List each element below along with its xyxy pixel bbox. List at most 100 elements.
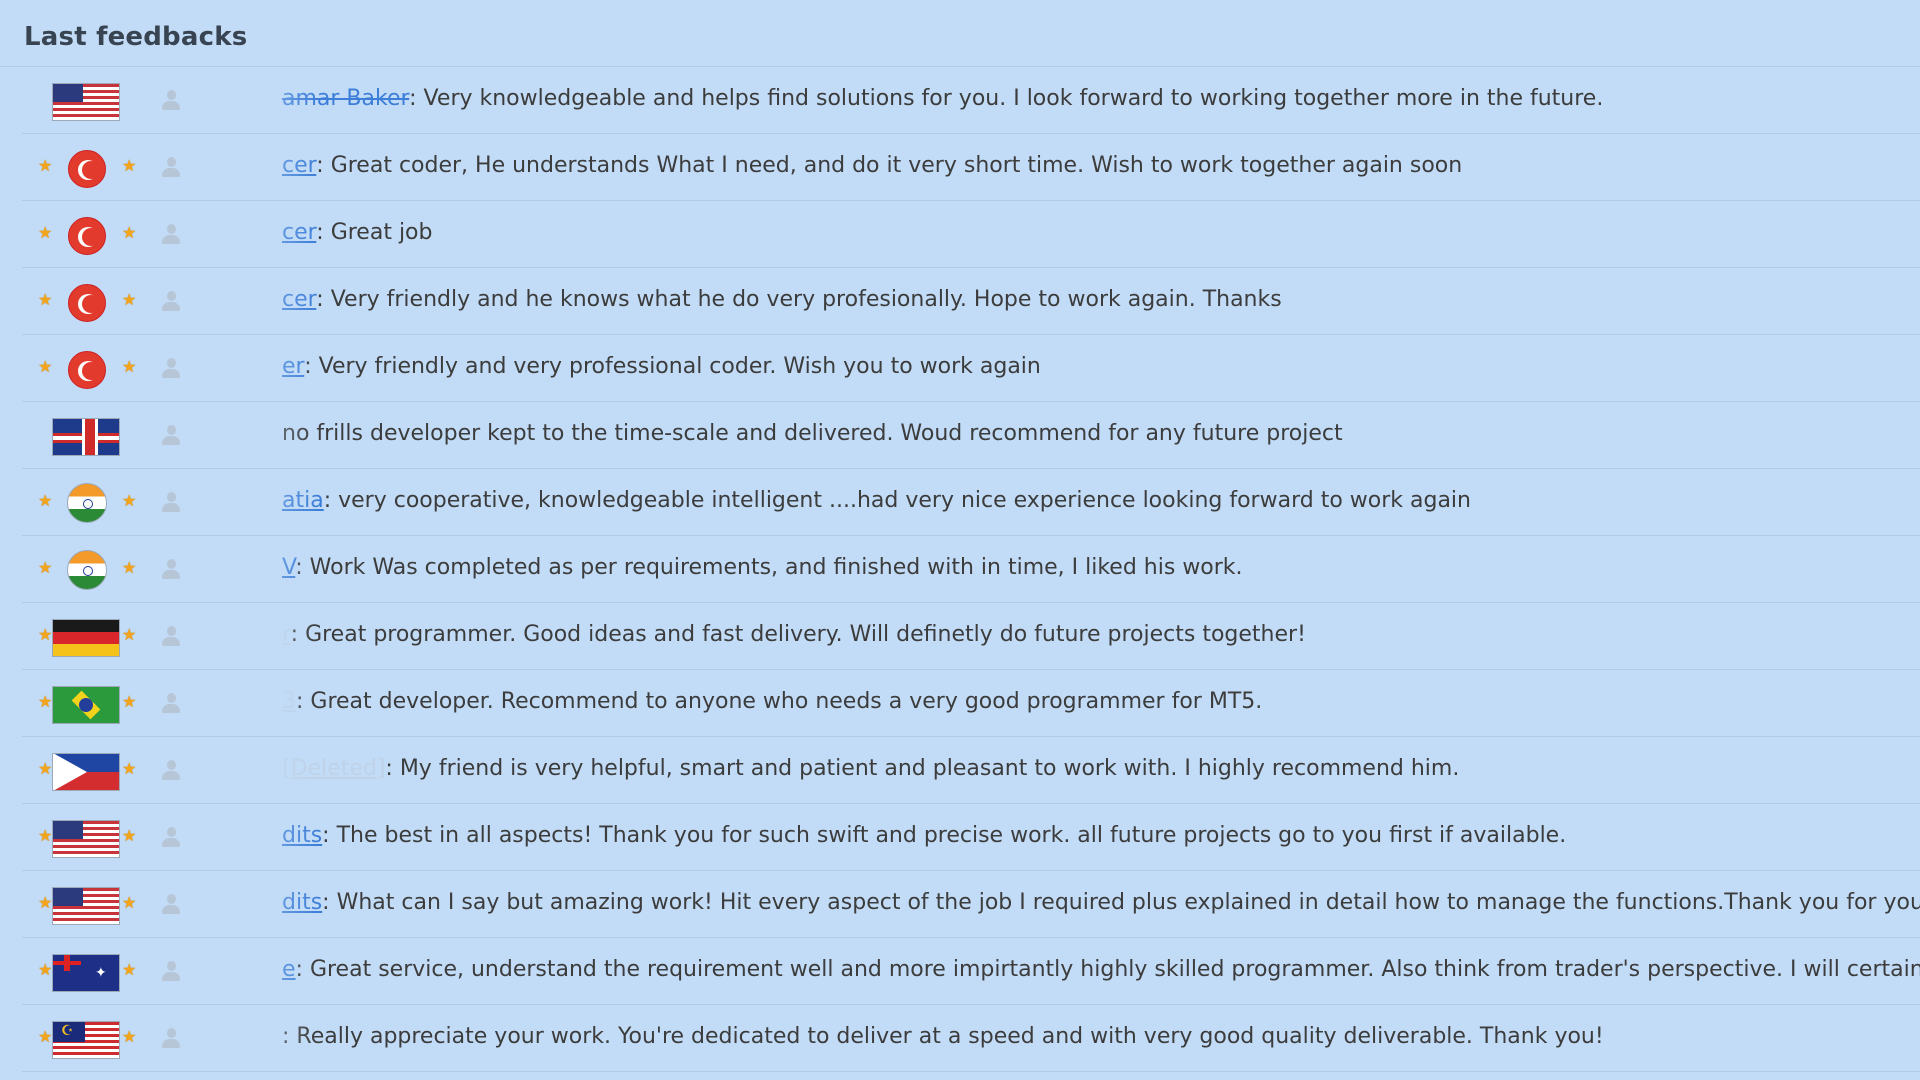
country-flag-icon: ★★	[38, 749, 136, 793]
feedback-message: : very cooperative, knowledgeable intell…	[323, 488, 1471, 513]
author-link[interactable]: amar Baker	[282, 86, 409, 111]
feedback-text: no frills developer kept to the time-sca…	[282, 421, 1343, 446]
country-flag-icon: ★★	[38, 347, 136, 391]
author-link[interactable]: [Deleted]	[282, 756, 385, 781]
author-link[interactable]: 3	[282, 689, 296, 714]
feedback-row: ★ ★ er: Very friendly and very professiona…	[22, 335, 1920, 402]
feedback-message: : Very friendly and very professional co…	[304, 354, 1041, 379]
us-flag-icon	[52, 83, 120, 121]
author-link[interactable]: er	[282, 354, 304, 379]
rating-star-icon: ★	[38, 491, 53, 510]
country-flag-icon: ★★	[38, 883, 136, 927]
philippines-flag-icon	[52, 753, 120, 791]
user-icon	[160, 759, 182, 783]
author-link[interactable]: dits	[282, 823, 322, 848]
section-title: Last feedbacks	[24, 22, 248, 52]
rating-star-icon: ★	[38, 357, 53, 376]
rating-star-icon: ★	[122, 759, 137, 778]
rating-star-icon: ★	[122, 156, 137, 175]
india-flag-icon	[67, 550, 107, 590]
feedback-row: ★ ★ dits: The best in all aspects! Thank y…	[22, 804, 1920, 871]
turkey-flag-icon	[68, 351, 106, 389]
rating-star-icon: ★	[122, 491, 137, 510]
feedback-message: : Great programmer. Good ideas and fast …	[290, 622, 1306, 647]
turkey-flag-icon	[68, 150, 106, 188]
user-icon	[160, 960, 182, 984]
feedback-message: no frills developer kept to the time-sca…	[282, 421, 1343, 446]
feedback-message: : Very friendly and he knows what he do …	[316, 287, 1282, 312]
user-icon	[160, 1027, 182, 1051]
author-link[interactable]: V	[282, 555, 295, 580]
user-icon	[160, 357, 182, 381]
india-flag-icon	[67, 483, 107, 523]
feedback-row: ★ ★ dits: What can I say but amazing work!…	[22, 871, 1920, 938]
author-link[interactable]: e	[282, 957, 296, 982]
rating-star-icon: ★	[38, 625, 53, 644]
feedback-row: ★ ★ 3: Great developer. Recommend to anyon…	[22, 670, 1920, 737]
feedback-list: amar Baker: Very knowledgeable and helps…	[22, 67, 1920, 1072]
rating-star-icon: ★	[122, 692, 137, 711]
brazil-flag-icon	[52, 686, 120, 724]
country-flag-icon: ★★	[38, 615, 136, 659]
user-icon	[160, 223, 182, 247]
country-flag-icon: ★★	[38, 548, 136, 592]
rating-star-icon: ★	[122, 558, 137, 577]
rating-star-icon: ★	[122, 357, 137, 376]
feedback-message: : Great service, understand the requirem…	[295, 957, 1920, 982]
country-flag-icon: ★★	[38, 213, 136, 257]
country-flag-icon: ★★	[38, 950, 136, 994]
author-link[interactable]: cer	[282, 153, 316, 178]
feedback-message: : Great developer. Recommend to anyone w…	[296, 689, 1263, 714]
rating-star-icon: ★	[122, 290, 137, 309]
user-icon	[160, 424, 182, 448]
rating-star-icon: ★	[122, 893, 137, 912]
feedback-message: : Work Was completed as per requirements…	[295, 555, 1243, 580]
feedback-row: ★ ★ V: Work Was completed as per requireme…	[22, 536, 1920, 603]
rating-star-icon: ★	[122, 223, 137, 242]
feedback-row: ★ ★ cer: Great job	[22, 201, 1920, 268]
country-flag-icon	[42, 79, 122, 123]
feedback-text: dits: What can I say but amazing work! H…	[282, 890, 1920, 915]
user-icon	[160, 89, 182, 113]
germany-flag-icon	[52, 619, 120, 657]
rating-star-icon: ★	[122, 625, 137, 644]
country-flag-icon: ★★	[38, 1017, 136, 1061]
rating-star-icon: ★	[122, 1027, 137, 1046]
rating-star-icon: ★	[38, 893, 53, 912]
author-link[interactable]: r	[282, 622, 291, 647]
us-flag-icon	[52, 820, 120, 858]
feedback-text: e: Great service, understand the require…	[282, 957, 1920, 982]
feedback-row: amar Baker: Very knowledgeable and helps…	[22, 67, 1920, 134]
author-link[interactable]: cer	[282, 287, 316, 312]
feedback-text: [Deleted]: My friend is very helpful, sm…	[282, 756, 1459, 781]
feedback-message: : Great coder, He understands What I nee…	[316, 153, 1463, 178]
author-link[interactable]: cer	[282, 220, 316, 245]
author-link[interactable]: dits	[282, 890, 322, 915]
user-icon	[160, 826, 182, 850]
feedback-row: ★ ★ r: Great programmer. Good ideas and fa…	[22, 603, 1920, 670]
turkey-flag-icon	[68, 217, 106, 255]
user-icon	[160, 491, 182, 515]
feedback-row: ★★: Really appreciate your work. You're …	[22, 1005, 1920, 1072]
feedback-row: ★★ e: Great service, understand the requi…	[22, 938, 1920, 1005]
country-flag-icon: ★★	[38, 146, 136, 190]
country-flag-icon: ★★	[38, 816, 136, 860]
user-icon	[160, 625, 182, 649]
rating-star-icon: ★	[38, 290, 53, 309]
country-flag-icon	[42, 414, 122, 458]
australia-flag-icon	[52, 954, 120, 992]
feedback-text: atia: very cooperative, knowledgeable in…	[282, 488, 1471, 513]
author-link[interactable]: atia	[282, 488, 324, 513]
rating-star-icon: ★	[122, 826, 137, 845]
rating-star-icon: ★	[38, 759, 53, 778]
country-flag-icon: ★★	[38, 481, 136, 525]
country-flag-icon: ★★	[38, 682, 136, 726]
feedback-text: er: Very friendly and very professional …	[282, 354, 1041, 379]
feedback-text: amar Baker: Very knowledgeable and helps…	[282, 86, 1603, 111]
rating-star-icon: ★	[38, 223, 53, 242]
feedback-message: : What can I say but amazing work! Hit e…	[322, 890, 1920, 915]
feedback-row: no frills developer kept to the time-sca…	[22, 402, 1920, 469]
malaysia-flag-icon	[52, 1021, 120, 1059]
user-icon	[160, 156, 182, 180]
uk-flag-icon	[52, 418, 120, 456]
